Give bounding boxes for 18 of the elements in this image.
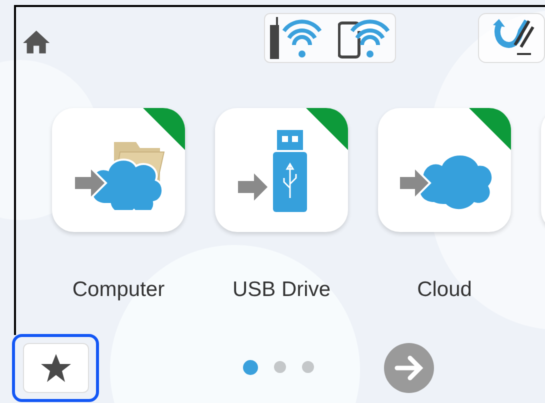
star-icon <box>40 354 70 382</box>
wifi-router-icon <box>270 17 322 59</box>
maintenance-button[interactable] <box>478 13 545 63</box>
function-tile[interactable] <box>52 108 185 232</box>
tile-label: Computer <box>72 277 165 303</box>
tile-label: USB Drive <box>232 277 331 303</box>
function-tile[interactable] <box>378 108 511 232</box>
wrench-icon <box>492 19 535 57</box>
corner-flag-icon <box>469 108 511 150</box>
network-status-panel[interactable] <box>264 13 396 63</box>
corner-flag-icon <box>306 108 348 150</box>
phone-wifi-icon <box>338 17 390 59</box>
function-tile[interactable] <box>215 108 348 232</box>
next-page-icon[interactable] <box>384 342 434 392</box>
tile-label: Cloud <box>417 277 472 303</box>
home-icon[interactable] <box>23 30 50 54</box>
favorites-button[interactable] <box>22 342 88 392</box>
corner-flag-icon <box>143 108 185 150</box>
